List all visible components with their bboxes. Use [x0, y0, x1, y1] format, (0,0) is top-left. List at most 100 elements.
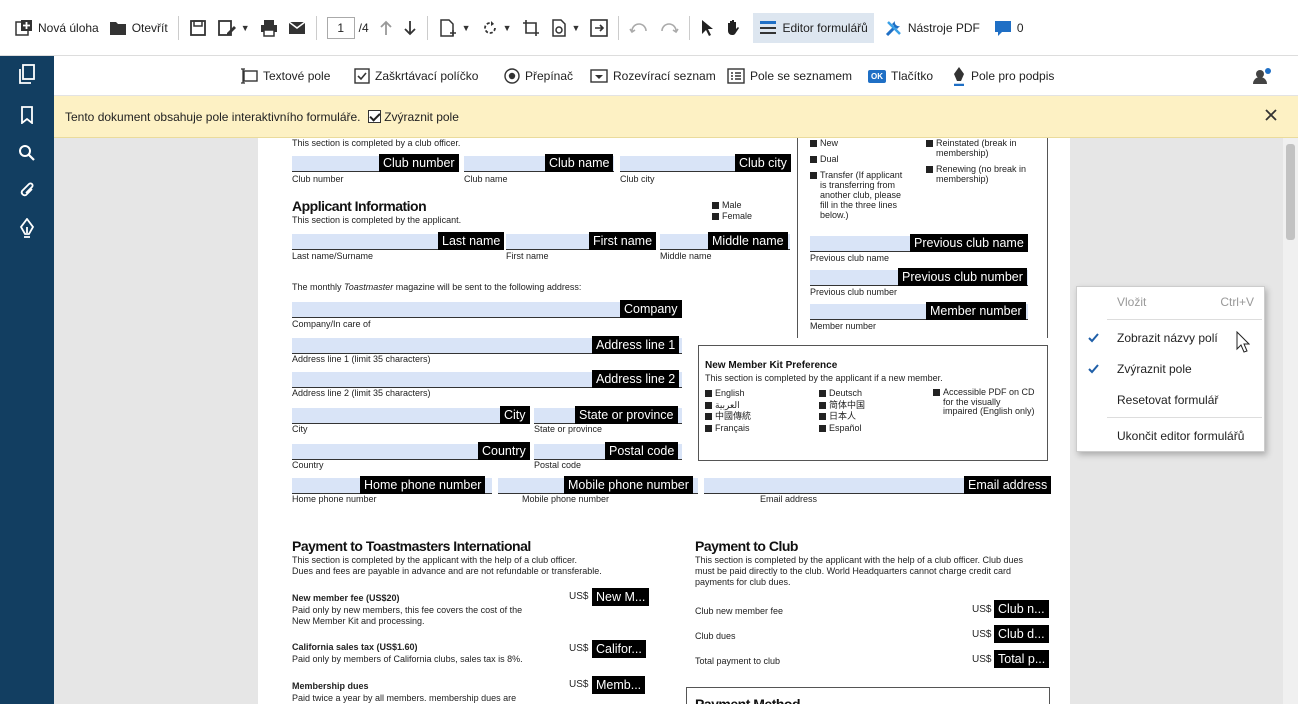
- form-editor-icon: [760, 20, 777, 34]
- fee1-desc-1: Paid only by new members, this fee cover…: [292, 605, 523, 615]
- crop-button[interactable]: [517, 12, 545, 44]
- undo-button[interactable]: [624, 12, 654, 44]
- dropdown-label: Rozevírací seznam: [613, 69, 716, 83]
- first-name-tag: First name: [589, 232, 657, 250]
- listbox-tool[interactable]: Pole se seznamem: [727, 65, 852, 87]
- menu-item-highlight-fields[interactable]: Zvýraznit pole: [1077, 354, 1264, 384]
- checkbox-icon[interactable]: [819, 413, 826, 420]
- listbox-label: Pole se seznamem: [750, 69, 853, 83]
- kit-languages-2: Deutsch 简体中国 日本人 Español: [819, 388, 865, 434]
- open-button[interactable]: Otevřít: [104, 12, 173, 44]
- bookmarks-panel-button[interactable]: [15, 103, 39, 127]
- checkbox-icon[interactable]: [819, 424, 826, 432]
- checkbox-icon[interactable]: [712, 213, 719, 220]
- search-panel-button[interactable]: [15, 141, 39, 165]
- save-button[interactable]: [184, 12, 212, 44]
- payment-club-note-2: must be paid directly to the club. World…: [695, 566, 1011, 576]
- address-line-1-tag: Address line 1: [592, 336, 680, 354]
- close-banner-button[interactable]: [1264, 108, 1282, 126]
- redo-button[interactable]: [654, 12, 684, 44]
- menu-item-reset-form[interactable]: Resetovat formulář: [1077, 385, 1264, 415]
- menu-item-reset-form-label: Resetovat formulář: [1117, 393, 1219, 407]
- new-task-button[interactable]: Nová úloha: [10, 12, 104, 44]
- separator: [689, 15, 691, 40]
- scrollbar-thumb[interactable]: [1286, 144, 1295, 240]
- checkbox-icon[interactable]: [810, 140, 817, 147]
- print-button[interactable]: [255, 12, 283, 44]
- comments-button[interactable]: 0: [989, 12, 1029, 44]
- checkbox-icon[interactable]: [926, 166, 933, 173]
- checkbox-icon[interactable]: [705, 390, 712, 397]
- user-settings-button[interactable]: [1252, 65, 1272, 87]
- club-number-label: Club number: [292, 174, 344, 184]
- checkbox-icon[interactable]: [810, 172, 817, 179]
- highlight-fields-checkbox[interactable]: Zvýraznit pole: [367, 110, 459, 124]
- hand-tool-button[interactable]: [719, 12, 747, 44]
- club-new-member-fee-field[interactable]: Club n...: [994, 600, 1049, 618]
- text-field-tool[interactable]: Textové pole: [240, 65, 330, 87]
- payment-method-title: Payment Method: [695, 696, 801, 704]
- fee1-currency: US$: [569, 591, 589, 602]
- checkbox-icon[interactable]: [819, 390, 826, 397]
- payment-ti-title: Payment to Toastmasters International: [292, 538, 531, 554]
- checkbox-label: Zaškrtávací políčko: [375, 69, 479, 83]
- menu-item-exit-form-editor[interactable]: Ukončit editor formulářů: [1077, 421, 1264, 451]
- signatures-panel-button[interactable]: [15, 216, 39, 240]
- city-field[interactable]: [292, 408, 530, 424]
- new-member-fee-field[interactable]: New M...: [592, 588, 650, 606]
- select-tool-button[interactable]: [695, 12, 719, 44]
- checkbox-icon[interactable]: [819, 401, 826, 409]
- signature-label: Pole pro podpis: [971, 69, 1055, 83]
- email-button[interactable]: [283, 12, 311, 44]
- rotate-button[interactable]: ▼: [476, 12, 517, 44]
- pages-icon: [19, 64, 35, 84]
- checkbox-icon[interactable]: [926, 140, 933, 147]
- applicant-title: Applicant Information: [292, 198, 427, 214]
- country-label: Country: [292, 460, 324, 470]
- checkbox-icon[interactable]: [712, 202, 719, 209]
- checkbox-icon[interactable]: [933, 389, 940, 396]
- chevron-down-icon: ▼: [502, 22, 512, 33]
- checkbox-icon[interactable]: [705, 413, 712, 420]
- club-row-3-currency: US$: [972, 654, 992, 665]
- crop-icon: [522, 19, 539, 36]
- total-payment-club-field[interactable]: Total p...: [994, 650, 1050, 668]
- button-tool[interactable]: OK Tlačítko: [868, 65, 933, 87]
- pdf-page: This section is completed by a club offi…: [258, 138, 1070, 704]
- club-dues-field[interactable]: Club d...: [994, 625, 1049, 643]
- extract-button[interactable]: [585, 12, 613, 44]
- form-editor-button[interactable]: Editor formulářů: [753, 12, 874, 43]
- dropdown-tool[interactable]: Rozevírací seznam: [590, 65, 716, 87]
- city-tag: City: [500, 406, 530, 424]
- chevron-down-icon: ▼: [571, 22, 581, 33]
- checkbox-icon[interactable]: [810, 156, 817, 163]
- signature-tool[interactable]: Pole pro podpis: [952, 65, 1054, 87]
- add-page-button[interactable]: ▼: [433, 12, 476, 44]
- menu-item-show-field-names-label: Zobrazit názvy polí: [1117, 331, 1218, 345]
- pdf-tools-button[interactable]: Nástroje PDF: [880, 12, 985, 44]
- prev-page-button[interactable]: [374, 12, 398, 44]
- search-icon: [19, 145, 35, 161]
- state-label: State or province: [534, 424, 603, 434]
- checkbox-tool[interactable]: Zaškrtávací políčko: [354, 65, 478, 87]
- vertical-scrollbar[interactable]: [1283, 138, 1298, 704]
- banner-message-row: Tento dokument obsahuje pole interaktivn…: [65, 110, 459, 124]
- open-label: Otevřít: [131, 20, 168, 35]
- save-as-button[interactable]: ▼: [212, 12, 255, 44]
- checkbox-icon[interactable]: [705, 401, 712, 409]
- mail-icon: [288, 20, 306, 34]
- fee2-desc: Paid only by members of California clubs…: [292, 654, 523, 664]
- checkbox-icon[interactable]: [705, 424, 712, 432]
- undo-icon: [629, 22, 648, 33]
- radio-tool[interactable]: Přepínač: [504, 65, 573, 87]
- membership-dues-field[interactable]: Memb...: [592, 676, 646, 694]
- page-number-input[interactable]: 1: [326, 16, 355, 39]
- menu-item-paste[interactable]: Vložit Ctrl+V: [1077, 287, 1264, 317]
- page-search-button[interactable]: ▼: [545, 12, 586, 44]
- next-page-button[interactable]: [398, 12, 422, 44]
- attachments-panel-button[interactable]: [15, 178, 39, 202]
- kit-note: This section is completed by the applica…: [705, 373, 943, 383]
- pages-panel-button[interactable]: [15, 62, 39, 86]
- payment-club-note-3: payments for club dues.: [695, 577, 791, 587]
- california-tax-field[interactable]: Califor...: [592, 640, 646, 658]
